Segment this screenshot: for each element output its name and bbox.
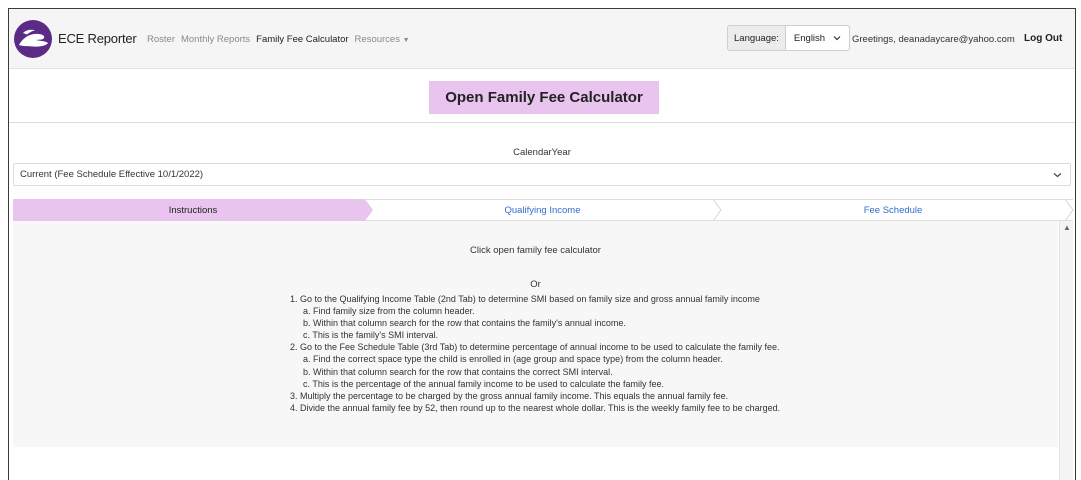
user-greeting: Greetings, deanadaycare@yahoo.com xyxy=(852,34,1015,45)
instruction-line: b. Within that column search for the row… xyxy=(303,318,626,329)
language-selector: Language: English xyxy=(727,25,851,51)
nav-monthly-reports[interactable]: Monthly Reports xyxy=(181,34,250,45)
calendar-year-value: Current (Fee Schedule Effective 10/1/202… xyxy=(20,169,204,180)
nav-resources-label: Resources xyxy=(354,34,400,45)
language-dropdown[interactable]: English xyxy=(784,26,850,50)
divider xyxy=(9,122,1075,123)
top-navbar: ECE Reporter Roster Monthly Reports Fami… xyxy=(9,9,1075,69)
language-value: English xyxy=(793,32,826,44)
tab-fee-schedule[interactable]: Fee Schedule xyxy=(713,199,1073,221)
instruction-line: 2. Go to the Fee Schedule Table (3rd Tab… xyxy=(290,342,780,353)
chevron-down-icon xyxy=(1053,172,1062,177)
instruction-line: 4. Divide the annual family fee by 52, t… xyxy=(290,402,781,413)
instruction-line: c. This is the family's SMI interval. xyxy=(303,330,439,341)
tab-bar: Instructions Qualifying Income Fee Sched… xyxy=(13,199,1074,221)
instructions-panel: Click open family fee calculator Or 1. G… xyxy=(13,221,1058,447)
caret-down-icon: ▼ xyxy=(402,37,410,44)
instruction-line: 3. Multiply the percentage to be charged… xyxy=(290,390,729,401)
instruction-line: a. Find the correct space type the child… xyxy=(303,354,723,365)
scroll-up-icon[interactable]: ▲ xyxy=(1060,223,1074,232)
tab-qualifying-income[interactable]: Qualifying Income xyxy=(365,199,720,221)
brand-name[interactable]: ECE Reporter xyxy=(58,31,137,46)
instruction-line: a. Find family size from the column head… xyxy=(303,306,475,317)
app-window: ECE Reporter Roster Monthly Reports Fami… xyxy=(8,8,1076,480)
nav-resources-dropdown[interactable]: Resources ▼ xyxy=(355,34,410,45)
nav-roster[interactable]: Roster xyxy=(147,34,175,45)
instructions-steps: 1. Go to the Qualifying Income Table (2n… xyxy=(290,293,780,414)
main-nav: Roster Monthly Reports Family Fee Calcul… xyxy=(147,34,410,45)
instruction-line: 1. Go to the Qualifying Income Table (2n… xyxy=(290,294,760,304)
tab-instructions[interactable]: Instructions xyxy=(13,199,373,221)
instructions-intro: Click open family fee calculator xyxy=(470,245,601,256)
instruction-line: b. Within that column search for the row… xyxy=(303,366,613,377)
nav-family-fee-calculator[interactable]: Family Fee Calculator xyxy=(256,34,348,45)
chevron-down-icon xyxy=(833,36,841,41)
calendar-year-label: CalendarYear xyxy=(513,147,571,158)
tab-separator xyxy=(713,199,722,221)
ece-reporter-logo-icon[interactable] xyxy=(13,19,53,59)
page-title: Open Family Fee Calculator xyxy=(429,81,659,114)
tab-separator xyxy=(1065,199,1074,221)
logout-button[interactable]: Log Out xyxy=(1024,33,1062,44)
instructions-or: Or xyxy=(530,279,541,290)
instruction-line: c. This is the percentage of the annual … xyxy=(303,378,665,389)
calendar-year-select[interactable]: Current (Fee Schedule Effective 10/1/202… xyxy=(13,163,1071,186)
language-label: Language: xyxy=(734,32,779,44)
content-scrollbar[interactable]: ▲ xyxy=(1059,221,1073,480)
